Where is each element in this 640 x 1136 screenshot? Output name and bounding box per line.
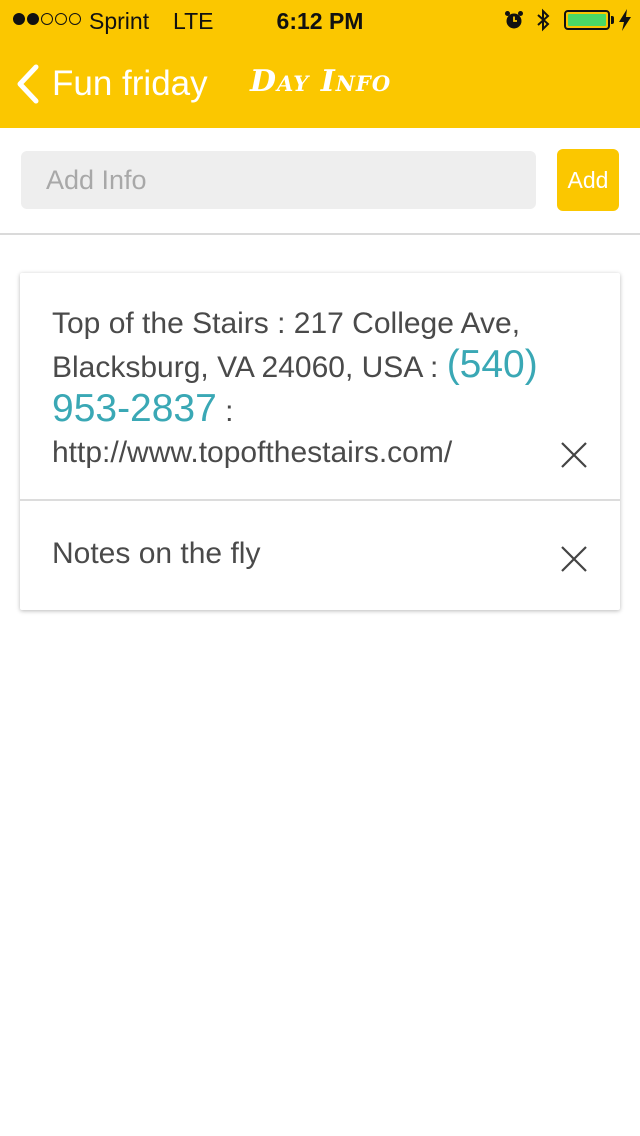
back-button[interactable]: Fun friday: [14, 60, 208, 108]
close-icon[interactable]: [560, 545, 588, 573]
list-item: Top of the Stairs : 217 College Ave, Bla…: [20, 273, 620, 501]
status-bar: Sprint LTE 6:12 PM: [0, 0, 640, 40]
battery-tip: [611, 16, 614, 24]
item-text: Notes on the fly: [52, 537, 261, 570]
battery-icon: [564, 10, 610, 30]
bluetooth-icon: [537, 8, 550, 32]
list-item: Notes on the fly: [20, 501, 620, 610]
page-title: Day Info: [250, 64, 392, 99]
add-button[interactable]: Add: [557, 149, 619, 211]
alarm-icon: [505, 11, 523, 29]
add-info-input[interactable]: [21, 151, 536, 209]
item-text: Top of the Stairs : 217 College Ave, Bla…: [52, 303, 552, 473]
charging-bolt-icon: [619, 9, 631, 31]
back-label: Fun friday: [52, 64, 208, 103]
battery-level: [568, 14, 606, 26]
top-bar: Sprint LTE 6:12 PM Fun friday Day Info: [0, 0, 640, 128]
info-list-card: Top of the Stairs : 217 College Ave, Bla…: [20, 273, 620, 610]
close-icon[interactable]: [560, 441, 588, 469]
chevron-left-icon: [17, 64, 39, 104]
divider: [0, 233, 640, 235]
